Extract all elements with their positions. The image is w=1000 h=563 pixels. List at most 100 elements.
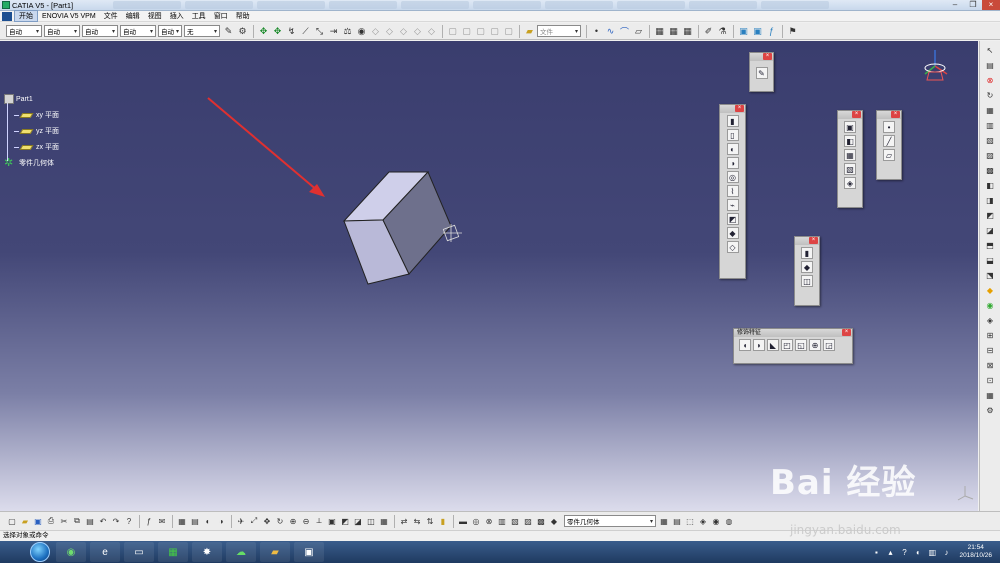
rib-icon[interactable]: ⌇ — [726, 185, 739, 197]
tool-g-icon[interactable]: ⇅ — [424, 515, 436, 527]
app-monitor-icon[interactable]: ▭ — [124, 542, 154, 562]
folder-icon[interactable]: ▰ — [523, 25, 536, 38]
part-design-icon[interactable]: ▤ — [984, 59, 996, 71]
line-icon[interactable]: ╱ — [883, 135, 895, 147]
fillet-icon[interactable]: ◖ — [739, 339, 751, 351]
knowledge-icon[interactable]: ▣ — [751, 25, 764, 38]
menu-start[interactable]: 开始 — [14, 10, 38, 22]
document-combo[interactable]: 文件 ▾ — [537, 25, 581, 37]
plane-tool-icon[interactable]: ▱ — [632, 25, 645, 38]
assemble-icon[interactable]: ▮ — [801, 247, 813, 259]
tool-n-icon[interactable]: ▨ — [522, 515, 534, 527]
groove-icon[interactable]: ◑ — [726, 157, 739, 169]
catalog-icon[interactable]: ▣ — [737, 25, 750, 38]
print-icon[interactable]: ⎙ — [45, 515, 57, 527]
volume-icon[interactable]: ♪ — [941, 547, 951, 557]
mass-icon[interactable]: ⚖ — [341, 25, 354, 38]
slot-icon[interactable]: ⌁ — [726, 199, 739, 211]
menu-help[interactable]: 帮助 — [232, 11, 254, 21]
tool-d-icon[interactable]: ◑ — [215, 515, 227, 527]
rotate-icon[interactable]: ↻ — [274, 515, 286, 527]
tool-1-icon[interactable]: ▦ — [984, 104, 996, 116]
render-icon[interactable]: ▦ — [378, 515, 390, 527]
tool-k-icon[interactable]: ⊗ — [483, 515, 495, 527]
fly-mode-icon[interactable]: ✈ — [235, 515, 247, 527]
app-360-icon[interactable]: ◉ — [56, 542, 86, 562]
fill-color-combo[interactable]: 自动 ▾ — [6, 25, 42, 37]
network-icon[interactable]: ▥ — [927, 547, 937, 557]
loft-icon[interactable]: ◆ — [726, 227, 739, 239]
tool-t-icon[interactable]: ◈ — [697, 515, 709, 527]
tray-icon-2[interactable]: ▴ — [885, 547, 895, 557]
app-excel-icon[interactable]: ▦ — [158, 542, 188, 562]
tool-q-icon[interactable]: ▦ — [658, 515, 670, 527]
scaling-icon[interactable]: ▧ — [844, 163, 856, 175]
zoom-out-icon[interactable]: ⊖ — [300, 515, 312, 527]
remove-loft-icon[interactable]: ◇ — [726, 241, 739, 253]
sketch-tool-icon[interactable]: ✐ — [702, 25, 715, 38]
menu-tools[interactable]: 工具 — [188, 11, 210, 21]
thread-icon[interactable]: ⊕ — [809, 339, 821, 351]
add-icon[interactable]: ◆ — [801, 261, 813, 273]
normal-view-icon[interactable]: ⟂ — [313, 515, 325, 527]
surface-tool-icon[interactable]: ⌒ — [618, 25, 631, 38]
tool-p-icon[interactable]: ◆ — [548, 515, 560, 527]
tool-u-icon[interactable]: ◉ — [710, 515, 722, 527]
app-media-icon[interactable]: ✸ — [192, 542, 222, 562]
translation-icon[interactable]: ▣ — [844, 121, 856, 133]
plane-icon[interactable]: ▱ — [883, 149, 895, 161]
measure-item-icon[interactable]: ⇥ — [327, 25, 340, 38]
save-icon[interactable]: ▣ — [32, 515, 44, 527]
view-tool-2-icon[interactable]: ▦ — [667, 25, 680, 38]
menu-window[interactable]: 窗口 — [210, 11, 232, 21]
tool-16-icon[interactable]: ⊞ — [984, 329, 996, 341]
measure-between-icon[interactable]: ⤡ — [313, 25, 326, 38]
shaft-icon[interactable]: ◐ — [726, 143, 739, 155]
layer-combo[interactable]: 无 ▾ — [184, 25, 220, 37]
formula-icon[interactable]: ƒ — [765, 25, 778, 38]
user-pattern-icon[interactable]: ◈ — [844, 177, 856, 189]
sketch-icon[interactable]: ✎ — [755, 67, 768, 79]
tool-21-icon[interactable]: ⚙ — [984, 404, 996, 416]
close-icon[interactable]: × — [891, 111, 900, 118]
current-body-combo[interactable]: 零件几何体 ▾ — [564, 515, 656, 527]
clock[interactable]: 21:54 2018/10/26 — [959, 544, 992, 560]
workbench-icon[interactable]: ⚑ — [786, 25, 799, 38]
cube-solid[interactable] — [342, 171, 462, 285]
tool-13-icon[interactable]: ◆ — [984, 284, 996, 296]
thickness-icon[interactable]: ◱ — [795, 339, 807, 351]
tool-v-icon[interactable]: ◍ — [723, 515, 735, 527]
tool-4-icon[interactable]: ▨ — [984, 149, 996, 161]
start-menu-icon[interactable] — [30, 542, 50, 562]
measure-icon[interactable]: ⟋ — [299, 25, 312, 38]
line-type-combo[interactable]: 自动 ▾ — [120, 25, 156, 37]
app-ie-icon[interactable]: e — [90, 542, 120, 562]
new-icon[interactable]: ▢ — [6, 515, 18, 527]
tool-m-icon[interactable]: ▧ — [509, 515, 521, 527]
tool-f-icon[interactable]: ⇆ — [411, 515, 423, 527]
app-catia-icon[interactable]: ▣ — [294, 542, 324, 562]
point-symbol-combo[interactable]: 自动 ▾ — [158, 25, 182, 37]
tool-5-icon[interactable]: ▩ — [984, 164, 996, 176]
view-tool-1-icon[interactable]: ▦ — [653, 25, 666, 38]
tool-o-icon[interactable]: ▩ — [535, 515, 547, 527]
tool-i-icon[interactable]: ▬ — [457, 515, 469, 527]
tool-b-icon[interactable]: ▤ — [189, 515, 201, 527]
tray-icon-1[interactable]: ▪ — [871, 547, 881, 557]
tool-6-icon[interactable]: ◧ — [984, 179, 996, 191]
properties-icon[interactable]: ⚙ — [236, 25, 249, 38]
compass-icon[interactable] — [924, 50, 948, 81]
minimize-icon[interactable]: – — [946, 0, 964, 10]
move-icon[interactable]: ✥ — [271, 25, 284, 38]
remove-face-icon[interactable]: ◲ — [823, 339, 835, 351]
close-icon[interactable]: × — [735, 105, 744, 112]
swap-space-icon[interactable]: ◫ — [365, 515, 377, 527]
undo-icon[interactable]: ↶ — [97, 515, 109, 527]
tool-2-icon[interactable]: ▥ — [984, 119, 996, 131]
tool-e-icon[interactable]: ⇄ — [398, 515, 410, 527]
point-tool-icon[interactable]: • — [590, 25, 603, 38]
curve-tool-icon[interactable]: ∿ — [604, 25, 617, 38]
paste-icon[interactable]: ▤ — [84, 515, 96, 527]
tool-l-icon[interactable]: ▥ — [496, 515, 508, 527]
tool-3-icon[interactable]: ▧ — [984, 134, 996, 146]
